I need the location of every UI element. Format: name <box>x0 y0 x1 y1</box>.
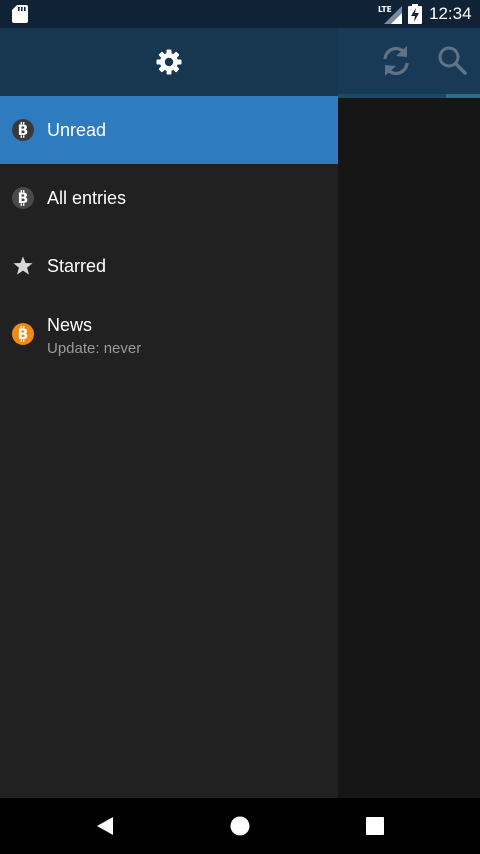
drawer-item-unread[interactable]: B Unread <box>0 96 338 164</box>
settings-button[interactable] <box>150 44 188 80</box>
bitcoin-icon: B <box>12 119 34 141</box>
lte-label: LTE <box>378 5 392 14</box>
navigation-drawer: B Unread B All entries Starred B News Up… <box>0 28 338 798</box>
system-nav-bar <box>0 798 480 854</box>
home-icon[interactable] <box>229 815 251 837</box>
lte-signal-icon: LTE <box>378 5 402 24</box>
sd-card-icon <box>12 5 28 23</box>
drawer-item-label: All entries <box>47 188 127 208</box>
back-icon[interactable] <box>94 815 116 837</box>
drawer-header <box>0 28 338 96</box>
recents-icon[interactable] <box>365 816 385 836</box>
drawer-item-update-status: Update: never <box>47 340 142 357</box>
drawer-item-label: News <box>47 315 93 335</box>
drawer-item-all-entries[interactable]: B All entries <box>0 164 338 232</box>
bitcoin-icon: B <box>12 187 34 209</box>
drawer-item-news[interactable]: B News Update: never <box>0 300 338 368</box>
search-icon[interactable] <box>436 44 468 78</box>
star-icon <box>13 256 33 275</box>
drawer-item-label: Unread <box>47 120 107 140</box>
drawer-item-starred[interactable]: Starred <box>0 232 338 300</box>
refresh-icon[interactable] <box>380 44 412 78</box>
drawer-item-label: Starred <box>47 256 107 276</box>
content-scrim[interactable] <box>338 98 480 798</box>
bitcoin-orange-icon: B <box>12 323 34 345</box>
gear-icon <box>156 49 182 75</box>
screen: LTE 12:34 B Unread B All entries Starred… <box>0 0 480 854</box>
status-bar: LTE 12:34 <box>0 0 480 28</box>
status-clock: 12:34 <box>429 4 472 23</box>
battery-charging-icon <box>408 4 422 24</box>
